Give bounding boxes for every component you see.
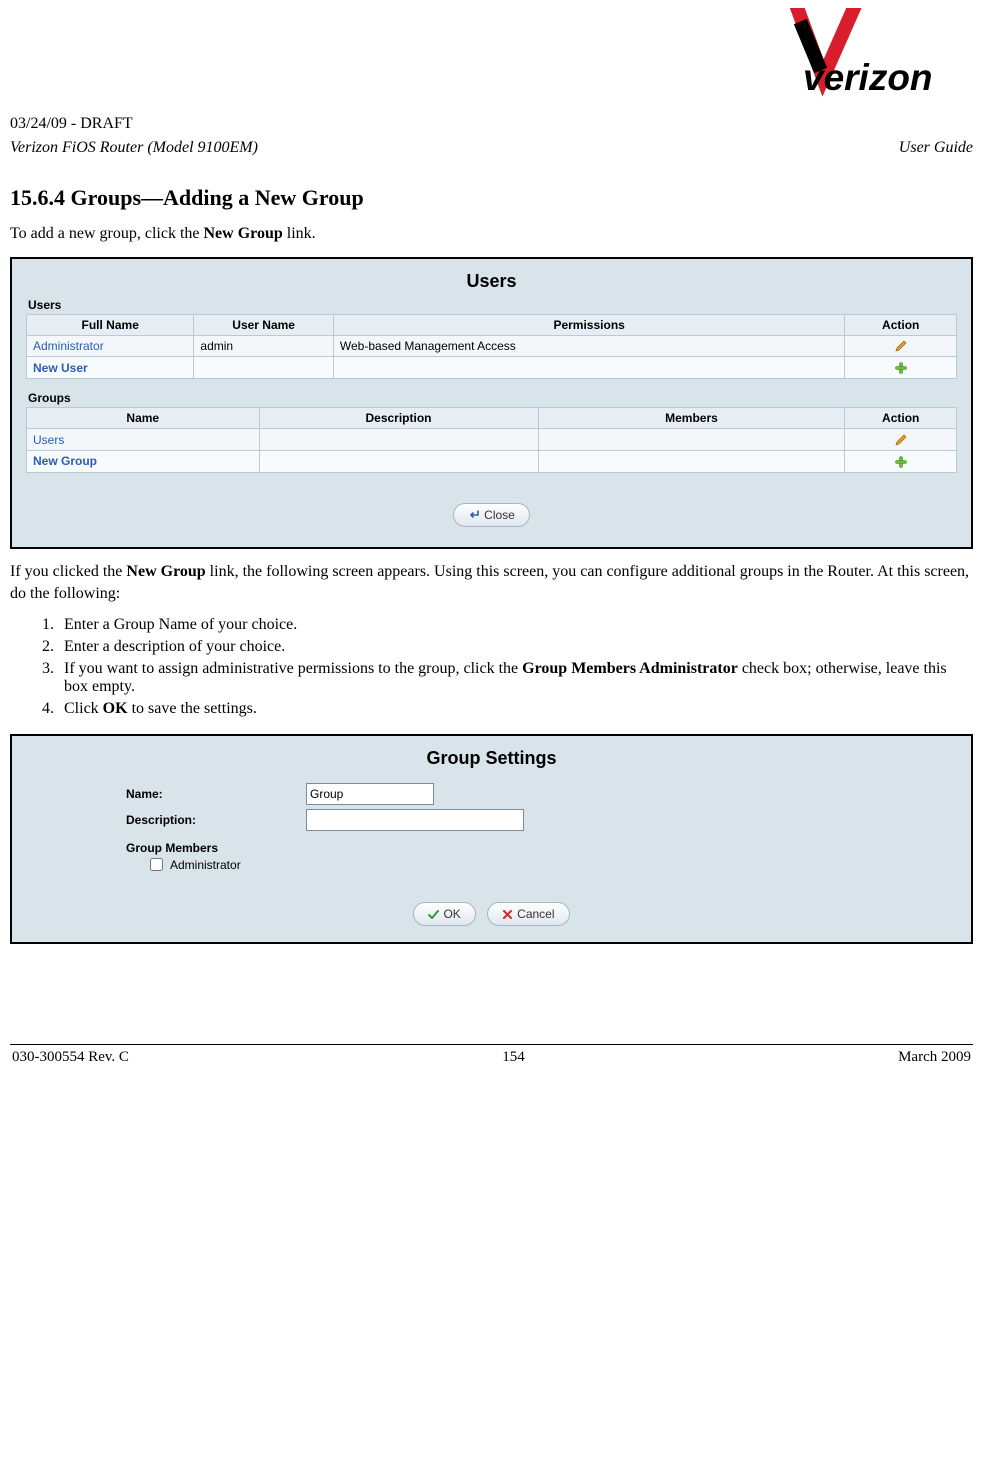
new-group-link[interactable]: New Group [27, 451, 260, 473]
return-icon [468, 509, 480, 521]
groups-table: Name Description Members Action Users Ne… [26, 407, 957, 473]
plus-icon [894, 455, 908, 469]
footer-date: March 2009 [898, 1049, 971, 1066]
col-action: Action [845, 314, 957, 335]
section-heading: 15.6.4 Groups—Adding a New Group [10, 185, 973, 211]
administrator-label: Administrator [170, 858, 241, 872]
edit-user-action[interactable] [845, 335, 957, 357]
groups-table-label: Groups [28, 391, 957, 405]
doc-type: User Guide [899, 139, 973, 157]
users-title: Users [26, 271, 957, 292]
edit-group-action[interactable] [845, 429, 957, 451]
col-name: Name [27, 408, 260, 429]
name-input[interactable] [306, 783, 434, 805]
col-members: Members [538, 408, 845, 429]
col-description: Description [259, 408, 538, 429]
table-row: Administrator admin Web-based Management… [27, 335, 957, 357]
after-paragraph: If you clicked the New Group link, the f… [10, 561, 973, 604]
table-row: New User [27, 357, 957, 379]
draft-date: 03/24/09 - DRAFT [10, 115, 973, 133]
step-2: Enter a description of your choice. [58, 638, 973, 656]
users-table: Full Name User Name Permissions Action A… [26, 314, 957, 380]
ok-button[interactable]: OK [413, 902, 475, 926]
group-name[interactable]: Users [27, 429, 260, 451]
description-input[interactable] [306, 809, 524, 831]
footer-page: 154 [502, 1049, 525, 1066]
add-user-action[interactable] [845, 357, 957, 379]
verizon-logo: verizon [763, 8, 973, 103]
close-button[interactable]: Close [453, 503, 530, 527]
pencil-icon [894, 339, 908, 353]
col-permissions: Permissions [333, 314, 845, 335]
col-user-name: User Name [194, 314, 334, 335]
add-group-action[interactable] [845, 451, 957, 473]
step-3: If you want to assign administrative per… [58, 660, 973, 696]
cancel-button[interactable]: Cancel [487, 902, 569, 926]
check-icon [428, 909, 439, 920]
name-label: Name: [126, 787, 306, 801]
x-icon [502, 909, 513, 920]
description-label: Description: [126, 813, 306, 827]
group-settings-title: Group Settings [26, 748, 957, 769]
group-members-heading: Group Members [126, 841, 857, 855]
administrator-checkbox[interactable] [150, 858, 163, 871]
svg-text:verizon: verizon [803, 57, 933, 98]
table-row: Users [27, 429, 957, 451]
step-4: Click OK to save the settings. [58, 700, 973, 718]
group-settings-screenshot: Group Settings Name: Description: Group … [10, 734, 973, 944]
user-permissions: Web-based Management Access [333, 335, 845, 357]
intro-paragraph: To add a new group, click the New Group … [10, 223, 973, 245]
users-table-label: Users [28, 298, 957, 312]
steps-list: Enter a Group Name of your choice. Enter… [40, 616, 973, 718]
col-action-g: Action [845, 408, 957, 429]
footer-rev: 030-300554 Rev. C [12, 1049, 129, 1066]
user-user-name: admin [194, 335, 334, 357]
pencil-icon [894, 433, 908, 447]
step-1: Enter a Group Name of your choice. [58, 616, 973, 634]
new-user-link[interactable]: New User [27, 357, 194, 379]
model-name: Verizon FiOS Router (Model 9100EM) [10, 139, 258, 157]
users-screenshot: Users Users Full Name User Name Permissi… [10, 257, 973, 549]
col-full-name: Full Name [27, 314, 194, 335]
plus-icon [894, 361, 908, 375]
user-full-name[interactable]: Administrator [27, 335, 194, 357]
table-row: New Group [27, 451, 957, 473]
